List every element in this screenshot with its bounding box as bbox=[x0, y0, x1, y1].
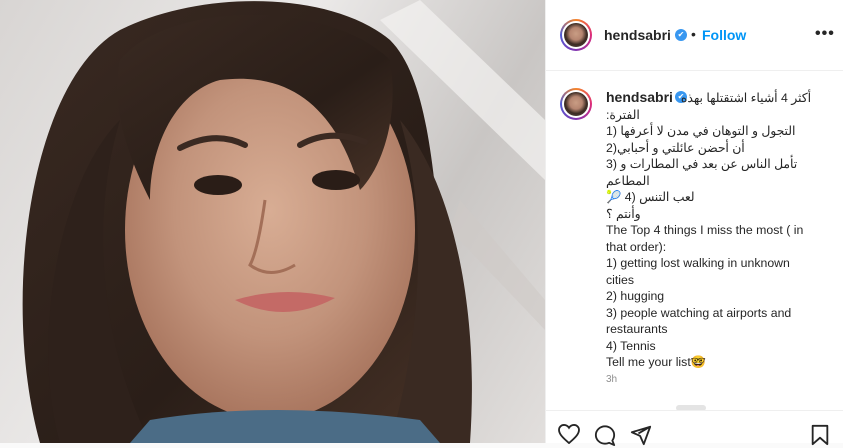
caption-avatar[interactable] bbox=[560, 88, 592, 120]
verified-icon: ✔ bbox=[675, 29, 687, 41]
follow-button[interactable]: Follow bbox=[702, 27, 746, 43]
caption-line: أكثر 4 أشياء اشتقتلها بهذه bbox=[680, 91, 811, 105]
post-photo[interactable] bbox=[0, 0, 545, 443]
caption-line: that order): bbox=[606, 239, 667, 254]
caption-line: 3) people watching at airports and bbox=[606, 305, 792, 320]
avatar-image bbox=[564, 92, 588, 116]
caption-text: أكثر 4 أشياء اشتقتلها بهذه الفترة: التجو… bbox=[606, 90, 811, 371]
caption-line: وأنتم ؟ bbox=[606, 206, 641, 221]
avatar[interactable] bbox=[560, 19, 592, 51]
post-modal: hendsabri ✔ • Follow ••• hendsabri ✔ أكث… bbox=[0, 0, 843, 446]
caption-line: restaurants bbox=[606, 322, 668, 336]
username-link[interactable]: hendsabri bbox=[604, 27, 671, 43]
caption-line: تأمل الناس عن بعد في المطارات و (3 bbox=[606, 157, 798, 171]
avatar-image bbox=[564, 23, 588, 47]
separator-dot: • bbox=[691, 26, 696, 42]
divider bbox=[546, 410, 843, 411]
caption-line: التجول و التوهان في مدن لا أعرفها (1 bbox=[606, 124, 796, 138]
caption-line: المطاعم bbox=[606, 173, 650, 188]
caption-line: أن أحضن عائلتي و أحبابي(2 bbox=[606, 140, 745, 155]
post-header: hendsabri ✔ • Follow ••• bbox=[546, 0, 843, 71]
portrait-image bbox=[22, 0, 545, 443]
caption-line: 4) Tennis bbox=[606, 338, 656, 353]
heart-icon[interactable] bbox=[558, 424, 580, 444]
post-timestamp[interactable]: 3h bbox=[606, 374, 617, 385]
caption-line: 2) hugging bbox=[606, 289, 665, 303]
caption-line: cities bbox=[606, 272, 635, 287]
caption-line: لعب التنس (4 🎾 bbox=[606, 190, 695, 204]
caption-line: Tell me your list🤓 bbox=[606, 355, 707, 369]
caption-line: 1) getting lost walking in unknown bbox=[606, 256, 790, 270]
caption-line: الفترة: bbox=[606, 107, 640, 122]
ellipsis-icon[interactable]: ••• bbox=[815, 25, 835, 43]
post-sidebar: hendsabri ✔ • Follow ••• hendsabri ✔ أكث… bbox=[546, 0, 843, 446]
caption-line: The Top 4 things I miss the most ( in bbox=[606, 223, 804, 237]
